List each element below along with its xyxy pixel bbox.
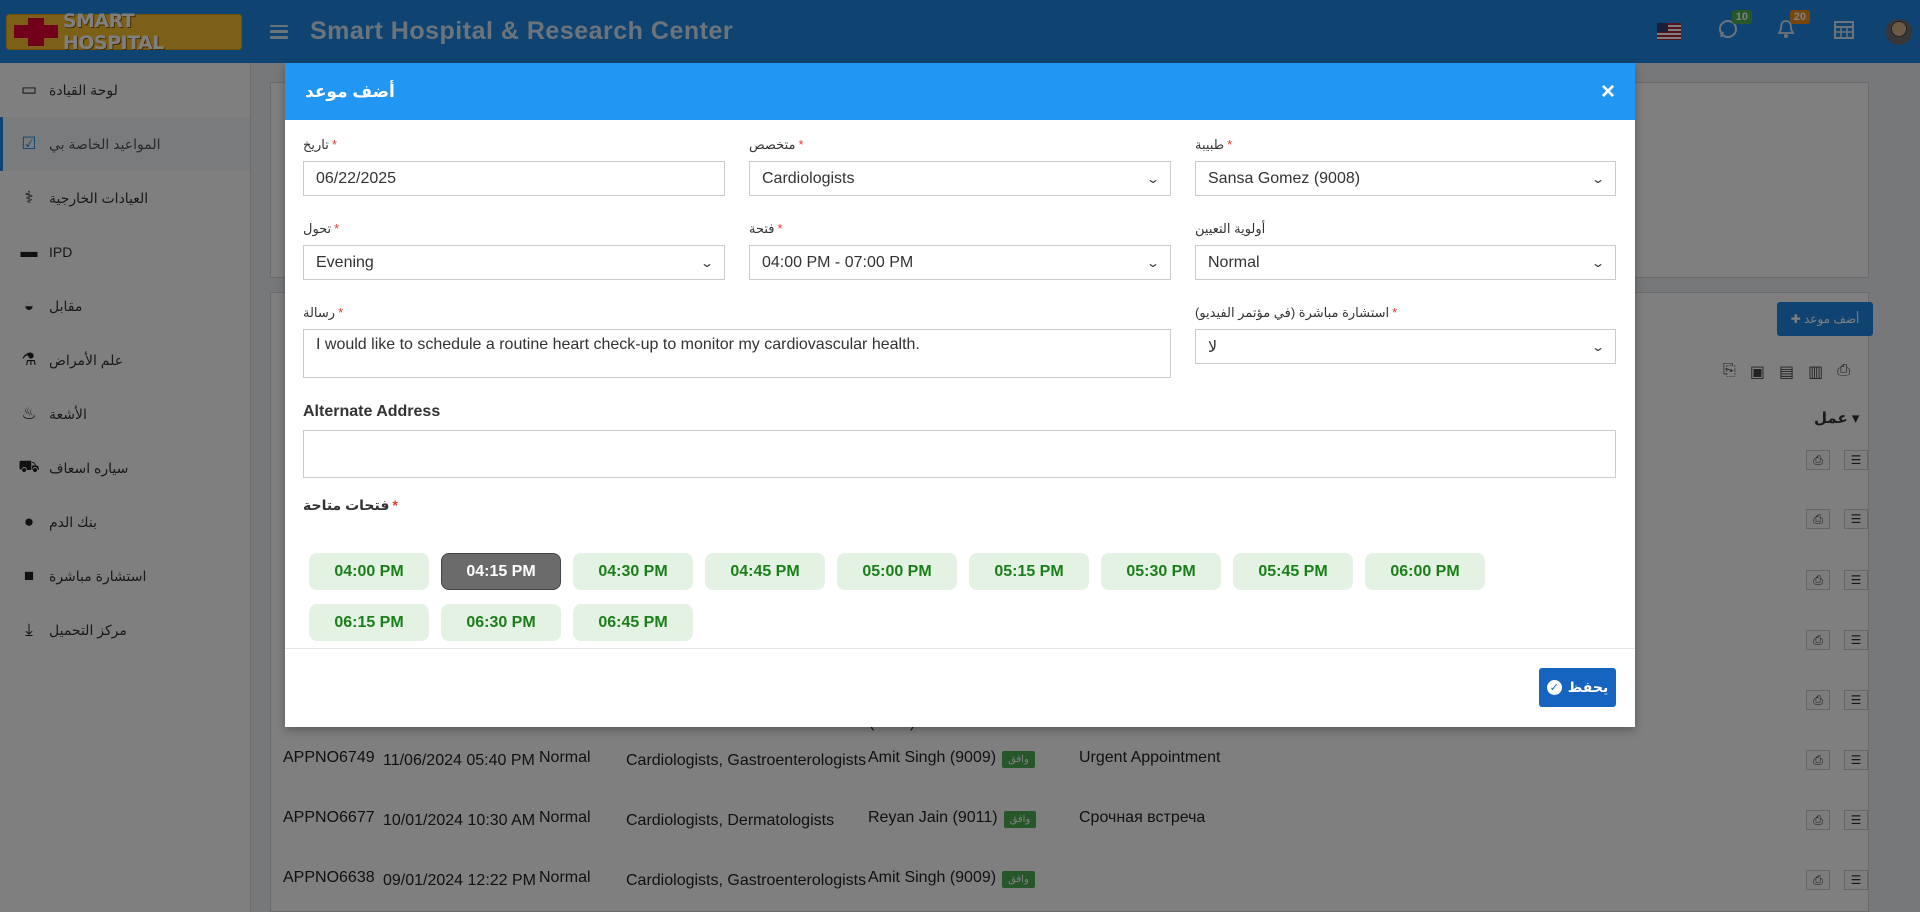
date-value: 06/22/2025 (316, 169, 397, 187)
doctor-label: طبيبة * (1195, 137, 1233, 152)
time-slot[interactable]: 06:00 PM (1365, 553, 1485, 590)
time-slot[interactable]: 04:30 PM (573, 553, 693, 590)
message-textarea[interactable]: I would like to schedule a routine heart… (303, 329, 1171, 378)
time-slot[interactable]: 05:30 PM (1101, 553, 1221, 590)
close-icon[interactable]: × (1601, 78, 1615, 106)
live-consult-label: استشارة مباشرة (في مؤتمر الفيديو) * (1195, 305, 1398, 320)
time-slot[interactable]: 06:30 PM (441, 604, 561, 641)
doctor-select[interactable]: Sansa Gomez (9008) ⌄ (1195, 161, 1616, 196)
time-slot[interactable]: 05:45 PM (1233, 553, 1353, 590)
alternate-address-input[interactable] (303, 430, 1616, 478)
chevron-down-icon: ⌄ (1590, 339, 1606, 354)
message-value: I would like to schedule a routine heart… (316, 336, 920, 353)
available-slots-label: فتحات متاحة * (303, 497, 398, 513)
shift-select[interactable]: Evening ⌄ (303, 245, 725, 280)
chevron-down-icon: ⌄ (1145, 255, 1161, 270)
message-field-group: رسالة * I would like to schedule a routin… (303, 305, 1171, 378)
date-input[interactable]: 06/22/2025 (303, 161, 725, 196)
shift-field-group: تحول * Evening ⌄ (303, 221, 725, 280)
date-label: تاريخ * (303, 137, 337, 152)
modal-footer: ✓ يحفظ (285, 648, 1635, 727)
time-slot[interactable]: 06:45 PM (573, 604, 693, 641)
priority-label: أولوية التعيين (1195, 221, 1266, 236)
doctor-value: Sansa Gomez (9008) (1208, 169, 1361, 187)
save-label: يحفظ (1567, 679, 1609, 695)
specialist-select[interactable]: Cardiologists ⌄ (749, 161, 1171, 196)
shift-value: Evening (316, 253, 374, 271)
check-circle-icon: ✓ (1546, 680, 1562, 695)
slot-select[interactable]: 04:00 PM - 07:00 PM ⌄ (749, 245, 1171, 280)
specialist-value: Cardiologists (762, 169, 855, 187)
modal-body: تاريخ * 06/22/2025 متخصص * Cardiologists ⌄ … (285, 120, 1635, 648)
time-slot-selected[interactable]: 04:15 PM (441, 553, 561, 590)
slot-label: فتحة * (749, 221, 783, 236)
shift-label: تحول * (303, 221, 340, 236)
time-slot[interactable]: 05:15 PM (969, 553, 1089, 590)
chevron-down-icon: ⌄ (1590, 171, 1606, 186)
alternate-address-label: Alternate Address (303, 403, 441, 420)
specialist-label: متخصص * (749, 137, 804, 152)
chevron-down-icon: ⌄ (1145, 171, 1161, 186)
date-field-group: تاريخ * 06/22/2025 (303, 137, 725, 196)
modal-header: أضف موعد × (285, 63, 1635, 120)
time-slots: 04:00 PM 04:15 PM 04:30 PM 04:45 PM 05:0… (309, 553, 1529, 641)
live-consult-value: لا (1208, 338, 1218, 356)
live-consult-select[interactable]: لا ⌄ (1195, 329, 1616, 364)
slot-value: 04:00 PM - 07:00 PM (762, 253, 914, 271)
priority-field-group: أولوية التعيين Normal ⌄ (1195, 221, 1616, 280)
add-appointment-modal: أضف موعد × تاريخ * 06/22/2025 متخصص * Card… (285, 63, 1635, 727)
time-slot[interactable]: 06:15 PM (309, 604, 429, 641)
doctor-field-group: طبيبة * Sansa Gomez (9008) ⌄ (1195, 137, 1616, 196)
time-slot[interactable]: 04:00 PM (309, 553, 429, 590)
message-label: رسالة * (303, 305, 344, 320)
save-button[interactable]: ✓ يحفظ (1539, 668, 1616, 707)
time-slot[interactable]: 05:00 PM (837, 553, 957, 590)
time-slot[interactable]: 04:45 PM (705, 553, 825, 590)
chevron-down-icon: ⌄ (699, 255, 715, 270)
modal-title: أضف موعد (305, 81, 395, 101)
priority-value: Normal (1208, 253, 1260, 271)
specialist-field-group: متخصص * Cardiologists ⌄ (749, 137, 1171, 196)
chevron-down-icon: ⌄ (1590, 255, 1606, 270)
priority-select[interactable]: Normal ⌄ (1195, 245, 1616, 280)
slot-field-group: فتحة * 04:00 PM - 07:00 PM ⌄ (749, 221, 1171, 280)
live-consult-field-group: استشارة مباشرة (في مؤتمر الفيديو) * لا ⌄ (1195, 305, 1616, 364)
